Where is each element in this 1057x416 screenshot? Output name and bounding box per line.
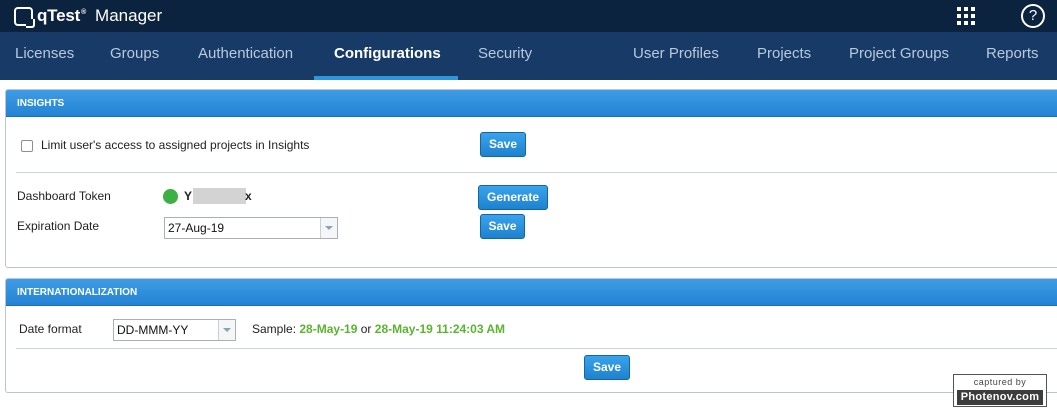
divider [16, 172, 1057, 173]
admin-nav: Licenses Groups Authentication Configura… [0, 32, 1057, 80]
internationalization-panel: INTERNATIONALIZATION Date format DD-MMM-… [5, 278, 1057, 393]
token-suffix: x [245, 189, 252, 203]
dashboard-token-label: Dashboard Token [17, 189, 111, 203]
tab-configurations[interactable]: Configurations [334, 32, 441, 80]
tab-groups[interactable]: Groups [110, 32, 159, 80]
insights-panel: INSIGHTS Limit user's access to assigned… [5, 89, 1057, 268]
watermark-caption: captured by [973, 377, 1027, 387]
expiration-date-value: 27-Aug-19 [168, 221, 225, 235]
active-tab-indicator [314, 76, 458, 80]
date-format-label: Date format [19, 322, 82, 336]
tab-reports[interactable]: Reports [986, 32, 1039, 80]
token-prefix: Y [184, 189, 193, 203]
divider [16, 348, 1057, 349]
insights-panel-title: INSIGHTS [6, 90, 1057, 117]
date-format-select[interactable]: DD-MMM-YY [113, 319, 236, 341]
expiration-date-label: Expiration Date [17, 219, 100, 233]
generate-token-button[interactable]: Generate [478, 185, 548, 210]
sample-datetime: 28-May-19 11:24:03 AM [374, 322, 506, 336]
expiration-save-button[interactable]: Save [480, 214, 525, 239]
trademark-sign: ® [81, 9, 87, 17]
date-format-sample: Sample: 28-May-19 or 28-May-19 11:24:03 … [252, 322, 505, 336]
chevron-down-icon[interactable] [218, 320, 235, 340]
insights-save-button[interactable]: Save [480, 132, 526, 157]
help-icon[interactable]: ? [1021, 4, 1045, 28]
tab-licenses[interactable]: Licenses [15, 32, 74, 80]
expiration-date-select[interactable]: 27-Aug-19 [164, 217, 338, 239]
token-redaction [193, 188, 246, 204]
tab-authentication[interactable]: Authentication [198, 32, 293, 80]
tab-security[interactable]: Security [478, 32, 532, 80]
chevron-down-icon[interactable] [320, 218, 337, 238]
date-format-value: DD-MMM-YY [117, 323, 189, 337]
limit-access-label[interactable]: Limit user's access to assigned projects… [41, 138, 309, 152]
capture-watermark: captured by Photenov.com [953, 374, 1047, 407]
tab-project-groups[interactable]: Project Groups [849, 32, 949, 80]
internationalization-save-button[interactable]: Save [584, 355, 630, 380]
top-bar: qTest® Manager ? [0, 0, 1057, 32]
brand-name: qTest [37, 6, 81, 25]
qtest-logo-icon [14, 6, 35, 28]
internationalization-panel-title: INTERNATIONALIZATION [6, 279, 1057, 306]
app-switcher-icon[interactable] [957, 7, 975, 25]
app-logo[interactable]: qTest® Manager [14, 4, 162, 28]
tab-user-profiles[interactable]: User Profiles [633, 32, 719, 80]
limit-access-checkbox[interactable] [21, 140, 33, 152]
sample-label: Sample: [252, 322, 297, 336]
token-status-icon [163, 189, 178, 204]
tab-projects[interactable]: Projects [757, 32, 811, 80]
product-name: Manager [95, 6, 163, 25]
watermark-brand: Photenov.com [957, 390, 1043, 405]
sample-date: 28-May-19 [299, 322, 358, 336]
sample-or: or [360, 322, 372, 336]
